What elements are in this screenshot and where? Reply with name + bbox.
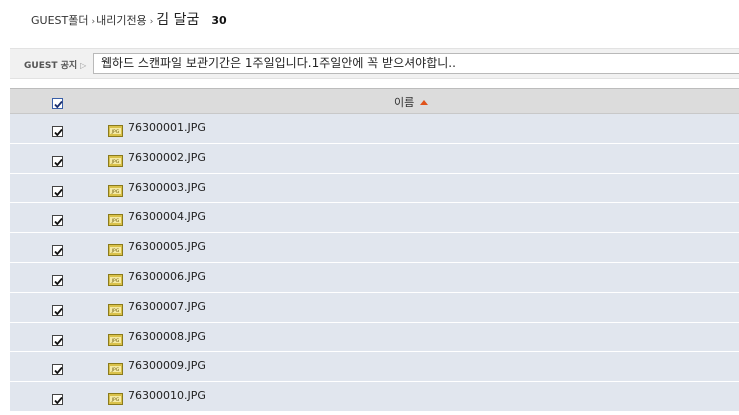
- notice-label: GUEST 공지 ▷: [24, 58, 86, 71]
- jpg-file-icon: JPG: [108, 211, 123, 230]
- row-checkbox[interactable]: [52, 271, 63, 290]
- notice-arrow-icon: ▷: [80, 61, 87, 70]
- jpg-file-icon: JPG: [108, 122, 123, 141]
- column-header-name-label: 이름: [394, 96, 415, 109]
- svg-text:JPG: JPG: [111, 338, 120, 344]
- checkbox-checked-icon: [52, 304, 63, 316]
- notice-text: 웹하드 스캔파일 보관기간은 1주일입니다.1주일안에 꼭 받으셔야합니..: [93, 53, 739, 74]
- row-checkbox[interactable]: [52, 390, 63, 409]
- row-checkbox[interactable]: [52, 301, 63, 320]
- file-table: 이름 JPG 76300001.JPG JPG 76300002.JPG JPG 7630…: [10, 88, 739, 412]
- jpg-file-icon: JPG: [108, 301, 123, 320]
- svg-text:JPG: JPG: [111, 159, 120, 165]
- row-checkbox[interactable]: [52, 360, 63, 379]
- file-name[interactable]: 76300002.JPG: [128, 151, 206, 164]
- select-all-checkbox[interactable]: [52, 94, 63, 113]
- breadcrumb-current: 김 달굼: [156, 12, 200, 28]
- notice-label-text: GUEST 공지: [24, 61, 78, 71]
- svg-text:JPG: JPG: [111, 218, 120, 224]
- jpg-file-icon: JPG: [108, 241, 123, 260]
- svg-text:JPG: JPG: [111, 308, 120, 314]
- breadcrumb-root[interactable]: GUEST폴더: [31, 12, 88, 28]
- jpg-file-icon: JPG: [108, 182, 123, 201]
- checkbox-checked-icon: [52, 334, 63, 346]
- breadcrumb-folder[interactable]: 내리기전용: [96, 12, 147, 28]
- checkbox-checked-icon: [52, 274, 63, 286]
- file-name[interactable]: 76300006.JPG: [128, 270, 206, 283]
- svg-text:JPG: JPG: [111, 397, 120, 403]
- jpg-file-icon: JPG: [108, 360, 123, 379]
- svg-text:JPG: JPG: [111, 248, 120, 254]
- notice-bar: GUEST 공지 ▷ 웹하드 스캔파일 보관기간은 1주일입니다.1주일안에 꼭 …: [10, 48, 739, 79]
- table-body: JPG 76300001.JPG JPG 76300002.JPG JPG 7630000…: [10, 114, 739, 412]
- column-header-name[interactable]: 이름: [394, 94, 429, 110]
- row-checkbox[interactable]: [52, 122, 63, 141]
- checkbox-checked-icon: [52, 245, 63, 257]
- breadcrumb-separator-icon: ›: [149, 17, 154, 27]
- table-row[interactable]: JPG 76300003.JPG: [10, 173, 739, 204]
- file-name[interactable]: 76300007.JPG: [128, 300, 206, 313]
- table-header: 이름: [10, 88, 739, 114]
- table-row[interactable]: JPG 76300006.JPG: [10, 262, 739, 293]
- row-checkbox[interactable]: [52, 152, 63, 171]
- row-checkbox[interactable]: [52, 182, 63, 201]
- jpg-file-icon: JPG: [108, 152, 123, 171]
- checkbox-checked-icon: [52, 364, 63, 376]
- file-name[interactable]: 76300008.JPG: [128, 330, 206, 343]
- svg-text:JPG: JPG: [111, 367, 120, 373]
- table-row[interactable]: JPG 76300001.JPG: [10, 114, 739, 144]
- file-name[interactable]: 76300004.JPG: [128, 210, 206, 223]
- table-row[interactable]: JPG 76300004.JPG: [10, 203, 739, 234]
- file-name[interactable]: 76300005.JPG: [128, 240, 206, 253]
- row-checkbox[interactable]: [52, 241, 63, 260]
- file-name[interactable]: 76300003.JPG: [128, 181, 206, 194]
- jpg-file-icon: JPG: [108, 331, 123, 350]
- checkbox-checked-icon: [52, 155, 63, 167]
- file-name[interactable]: 76300009.JPG: [128, 359, 206, 372]
- checkbox-checked-icon: [52, 98, 63, 109]
- sort-ascending-icon: [420, 99, 429, 105]
- table-row[interactable]: JPG 76300007.JPG: [10, 292, 739, 323]
- file-count: 30: [211, 14, 227, 27]
- svg-text:JPG: JPG: [111, 189, 120, 195]
- file-name[interactable]: 76300001.JPG: [128, 121, 206, 134]
- checkbox-checked-icon: [52, 126, 63, 137]
- table-row[interactable]: JPG 76300009.JPG: [10, 352, 739, 383]
- table-row[interactable]: JPG 76300005.JPG: [10, 233, 739, 263]
- checkbox-checked-icon: [52, 185, 63, 197]
- row-checkbox[interactable]: [52, 211, 63, 230]
- breadcrumb-separator-icon: ›: [91, 17, 96, 27]
- file-name[interactable]: 76300010.JPG: [128, 389, 206, 402]
- svg-text:JPG: JPG: [111, 129, 120, 135]
- jpg-file-icon: JPG: [108, 390, 123, 409]
- table-row[interactable]: JPG 76300008.JPG: [10, 322, 739, 353]
- table-row[interactable]: JPG 76300010.JPG: [10, 382, 739, 412]
- row-checkbox[interactable]: [52, 331, 63, 350]
- jpg-file-icon: JPG: [108, 271, 123, 290]
- table-row[interactable]: JPG 76300002.JPG: [10, 143, 739, 174]
- breadcrumb: GUEST폴더 › 내리기전용 › 김 달굼 30: [31, 9, 227, 28]
- svg-text:JPG: JPG: [111, 278, 120, 284]
- checkbox-checked-icon: [52, 215, 63, 227]
- checkbox-checked-icon: [52, 394, 63, 406]
